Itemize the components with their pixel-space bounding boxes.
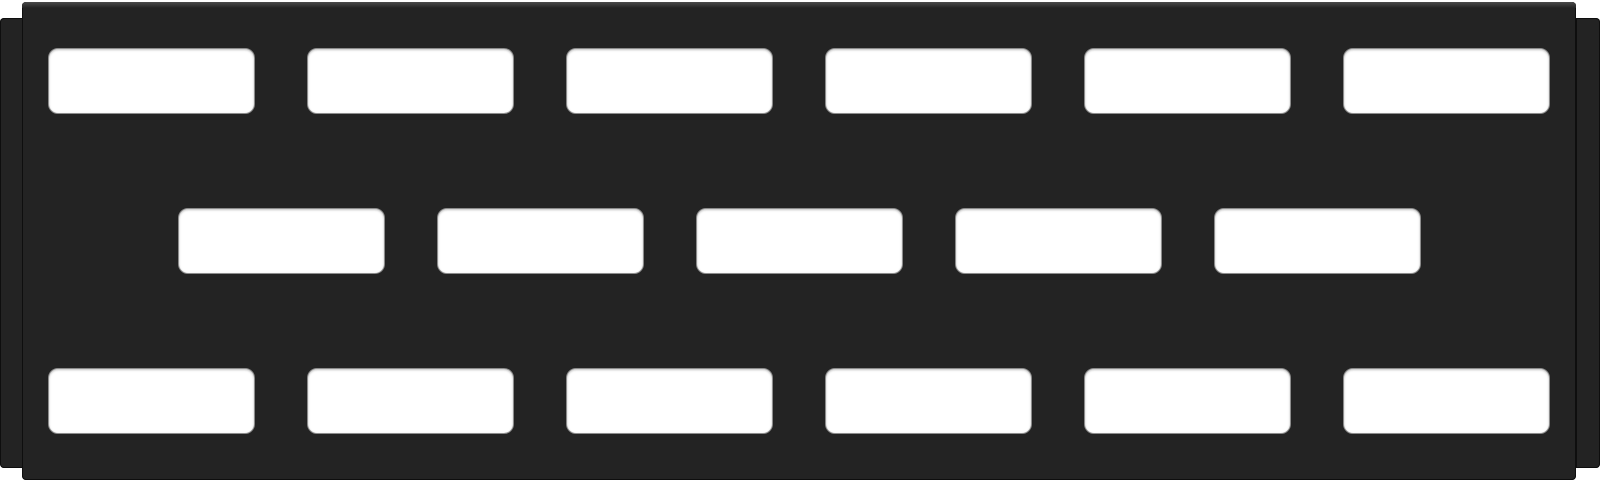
slot-row3-5 (1084, 368, 1291, 434)
slot-row1-6 (1343, 48, 1550, 114)
slot-row2-4 (955, 208, 1162, 274)
perforated-panel (0, 0, 1600, 483)
slot-row1-5 (1084, 48, 1291, 114)
slot-row2-2 (437, 208, 644, 274)
slot-row3-4 (825, 368, 1032, 434)
slot-row2-5 (1214, 208, 1421, 274)
slot-row3-2 (307, 368, 514, 434)
slot-row3-6 (1343, 368, 1550, 434)
slot-row2-1 (178, 208, 385, 274)
slot-row1-4 (825, 48, 1032, 114)
slot-row2-3 (696, 208, 903, 274)
slot-row1-2 (307, 48, 514, 114)
slot-row1-3 (566, 48, 773, 114)
slot-row3-3 (566, 368, 773, 434)
slot-row3-1 (48, 368, 255, 434)
slot-grid (0, 0, 1600, 483)
slot-row1-1 (48, 48, 255, 114)
